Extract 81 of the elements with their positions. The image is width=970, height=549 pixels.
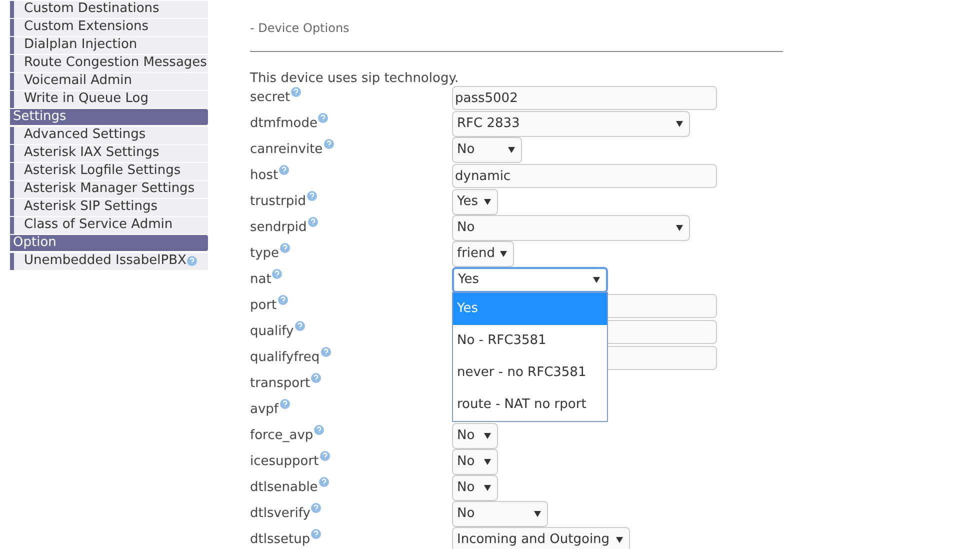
help-icon[interactable]: [278, 295, 288, 306]
sidebar-item[interactable]: Route Congestion Messages: [10, 54, 208, 72]
field-label: trustrpid: [250, 192, 452, 212]
select-dropdown[interactable]: No: [452, 475, 498, 501]
caret-icon: [593, 277, 600, 283]
help-icon[interactable]: [320, 347, 331, 358]
caret-icon: [484, 485, 491, 491]
help-icon[interactable]: [311, 373, 322, 384]
field-label: sendrpid: [250, 218, 452, 238]
caret-icon: [676, 121, 683, 127]
sidebar-item[interactable]: Voicemail Admin: [10, 72, 208, 90]
text-field[interactable]: pass5002: [452, 86, 717, 110]
help-icon[interactable]: [314, 425, 324, 436]
field-label: qualify: [250, 322, 452, 342]
caret-icon: [484, 199, 491, 205]
help-icon[interactable]: [318, 477, 329, 488]
caret-icon: [500, 251, 507, 257]
help-icon[interactable]: [279, 165, 290, 176]
help-icon[interactable]: [280, 243, 290, 254]
select-dropdown[interactable]: friend: [452, 241, 514, 267]
field-label: nat: [250, 270, 452, 290]
sidebar-item[interactable]: Class of Service Admin: [10, 216, 208, 234]
help-icon[interactable]: [307, 191, 318, 202]
caret-icon: [484, 459, 491, 465]
field-label: dtlssetup: [250, 530, 452, 549]
field-label: secret: [250, 88, 452, 108]
select-dropdown[interactable]: Yes: [452, 189, 498, 215]
sidebar-item[interactable]: Asterisk IAX Settings: [10, 144, 208, 162]
select-dropdown[interactable]: No: [452, 423, 498, 449]
field-label: icesupport: [250, 452, 452, 472]
dropdown-option[interactable]: never - no RFC3581: [453, 357, 607, 389]
select-dropdown[interactable]: No: [452, 449, 498, 475]
sidebar-item[interactable]: Asterisk Manager Settings: [10, 180, 208, 198]
text-field[interactable]: dynamic: [452, 164, 717, 188]
caret-icon: [508, 147, 515, 153]
help-icon[interactable]: [324, 139, 334, 150]
select-dropdown[interactable]: Yes: [452, 267, 608, 293]
help-icon[interactable]: [308, 217, 318, 228]
sidebar-header: Option: [10, 235, 208, 251]
field-label: avpf: [250, 400, 452, 420]
select-dropdown[interactable]: No: [452, 215, 690, 241]
sidebar-item[interactable]: Asterisk SIP Settings: [10, 198, 208, 216]
device-note: This device uses sip technology.: [250, 70, 460, 85]
field-label: dtmfmode: [250, 114, 452, 134]
help-icon[interactable]: [318, 113, 328, 124]
caret-icon: [676, 225, 683, 231]
select-dropdown[interactable]: No: [452, 501, 548, 527]
sidebar-header: Settings: [10, 109, 208, 125]
caret-icon: [484, 433, 491, 439]
sidebar-item[interactable]: Asterisk Logfile Settings: [10, 162, 208, 180]
help-icon[interactable]: [291, 87, 302, 98]
field-label: force_avp: [250, 426, 452, 446]
field-label: host: [250, 166, 452, 186]
field-label: dtlsenable: [250, 478, 452, 498]
help-icon[interactable]: [280, 399, 290, 410]
field-label: dtlsverify: [250, 504, 452, 524]
caret-icon: [534, 511, 541, 517]
dropdown-option[interactable]: route - NAT no rport: [453, 389, 607, 421]
sidebar-item[interactable]: Write in Queue Log: [10, 90, 208, 108]
help-icon[interactable]: [272, 269, 282, 280]
select-dropdown[interactable]: Incoming and Outgoing: [452, 527, 630, 549]
field-label: type: [250, 244, 452, 264]
sidebar-item[interactable]: Custom Extensions: [10, 18, 208, 36]
help-icon[interactable]: [311, 529, 322, 540]
help-icon[interactable]: [187, 256, 198, 266]
field-label: qualifyfreq: [250, 348, 452, 368]
help-icon[interactable]: [294, 321, 305, 332]
help-icon[interactable]: [320, 451, 330, 462]
section-title: - Device Options: [250, 20, 350, 37]
help-icon[interactable]: [311, 503, 322, 514]
field-label: port: [250, 296, 452, 316]
select-dropdown[interactable]: RFC 2833: [452, 111, 690, 137]
field-label: canreinvite: [250, 140, 452, 160]
field-label: transport: [250, 374, 452, 394]
sidebar-item[interactable]: Dialplan Injection: [10, 36, 208, 54]
sidebar-item[interactable]: Advanced Settings: [10, 126, 208, 144]
caret-icon: [616, 537, 623, 543]
sidebar-item[interactable]: Unembedded IssabelPBX: [10, 252, 208, 270]
select-dropdown[interactable]: No: [452, 137, 522, 163]
sidebar-item[interactable]: Custom Destinations: [10, 0, 208, 18]
dropdown-option[interactable]: No - RFC3581: [453, 325, 607, 357]
